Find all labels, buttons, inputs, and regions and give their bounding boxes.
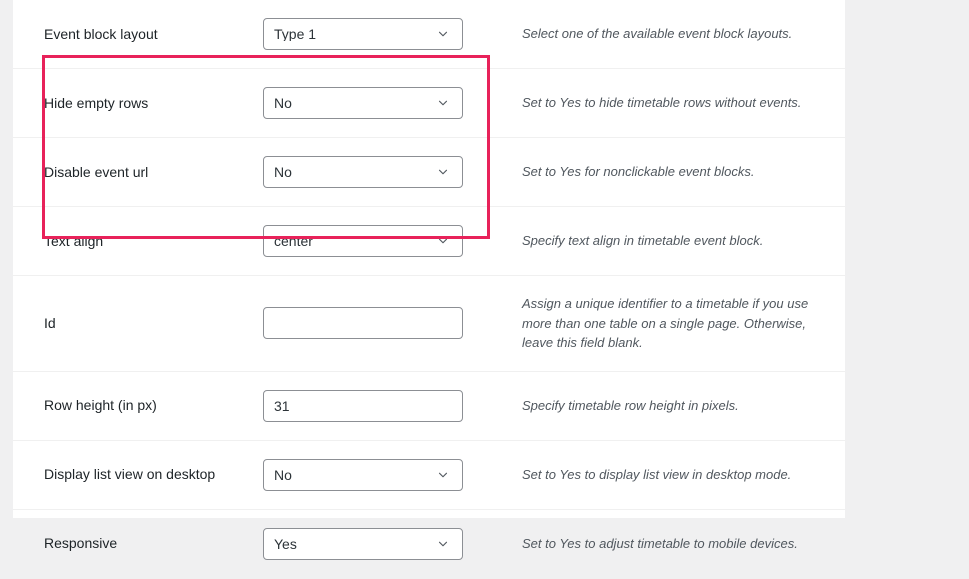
- select-text-align[interactable]: center: [263, 225, 463, 257]
- field-cell-hide-empty-rows: No: [263, 69, 485, 138]
- description-cell-text-align: Specify text align in timetable event bl…: [485, 207, 845, 276]
- select-hide-empty-rows[interactable]: No: [263, 87, 463, 119]
- setting-label: Row height (in px): [44, 397, 157, 414]
- chevron-down-icon: [432, 88, 462, 118]
- select-value-event-block-layout: Type 1: [274, 27, 317, 41]
- settings-panel: Event block layout Type 1 Select one of th…: [13, 0, 845, 578]
- select-event-block-layout[interactable]: Type 1: [263, 18, 463, 50]
- chevron-down-icon: [432, 460, 462, 490]
- settings-row-text-align: Text align center Specify text align in ti…: [13, 207, 845, 276]
- description-cell-event-block-layout: Select one of the available event block …: [485, 0, 845, 69]
- label-cell-hide-empty-rows: Hide empty rows: [13, 69, 263, 138]
- setting-label: Text align: [44, 232, 104, 249]
- select-value-text-align: center: [274, 234, 313, 248]
- field-cell-display-list-view-on-desktop: No: [263, 440, 485, 509]
- label-cell-event-block-layout: Event block layout: [13, 0, 263, 69]
- setting-description: Specify text align in timetable event bl…: [522, 233, 764, 249]
- chevron-down-icon: [432, 529, 462, 559]
- input-row-height-in-px[interactable]: [263, 389, 463, 422]
- description-cell-responsive: Set to Yes to adjust timetable to mobile…: [485, 509, 845, 578]
- settings-page: Event block layout Type 1 Select one of th…: [0, 0, 969, 578]
- settings-row-row-height-in-px: Row height (in px) Specify timetable row …: [13, 371, 845, 440]
- settings-row-hide-empty-rows: Hide empty rows No Set to Yes to hide time…: [13, 69, 845, 138]
- setting-description: Set to Yes for nonclickable event blocks…: [522, 164, 755, 180]
- setting-description: Set to Yes to hide timetable rows withou…: [522, 95, 802, 111]
- label-cell-responsive: Responsive: [13, 509, 263, 578]
- setting-label: Id: [44, 314, 56, 331]
- field-cell-id: [263, 276, 485, 372]
- label-cell-disable-event-url: Disable event url: [13, 138, 263, 207]
- setting-label: Hide empty rows: [44, 94, 149, 111]
- setting-description: Set to Yes to adjust timetable to mobile…: [522, 535, 798, 551]
- chevron-down-icon: [432, 19, 462, 49]
- settings-rows: Event block layout Type 1 Select one of th…: [13, 0, 845, 578]
- chevron-down-icon: [432, 226, 462, 256]
- select-value-responsive: Yes: [274, 536, 297, 551]
- settings-row-disable-event-url: Disable event url No Set to Yes for noncli…: [13, 138, 845, 207]
- label-cell-display-list-view-on-desktop: Display list view on desktop: [13, 440, 263, 509]
- setting-label: Disable event url: [44, 163, 149, 180]
- select-value-hide-empty-rows: No: [274, 96, 292, 110]
- label-cell-row-height-in-px: Row height (in px): [13, 371, 263, 440]
- page-left-gutter: [0, 0, 13, 518]
- description-cell-row-height-in-px: Specify timetable row height in pixels.: [485, 371, 845, 440]
- description-cell-disable-event-url: Set to Yes for nonclickable event blocks…: [485, 138, 845, 207]
- field-cell-disable-event-url: No: [263, 138, 485, 207]
- setting-label: Responsive: [44, 535, 118, 552]
- field-cell-responsive: Yes: [263, 509, 485, 578]
- input-id[interactable]: [263, 307, 463, 340]
- label-cell-text-align: Text align: [13, 207, 263, 276]
- select-display-list-view-on-desktop[interactable]: No: [263, 458, 463, 491]
- settings-row-event-block-layout: Event block layout Type 1 Select one of th…: [13, 0, 845, 69]
- description-cell-display-list-view-on-desktop: Set to Yes to display list view in deskt…: [485, 440, 845, 509]
- settings-row-id: Id Assign a unique identifier to a timeta…: [13, 276, 845, 372]
- select-disable-event-url[interactable]: No: [263, 156, 463, 188]
- setting-label: Display list view on desktop: [44, 466, 216, 483]
- select-value-display-list-view-on-desktop: No: [274, 467, 292, 482]
- setting-description: Specify timetable row height in pixels.: [522, 397, 739, 413]
- settings-row-display-list-view-on-desktop: Display list view on desktop No Set to Yes…: [13, 440, 845, 509]
- setting-description: Set to Yes to display list view in deskt…: [522, 466, 792, 482]
- description-cell-id: Assign a unique identifier to a timetabl…: [485, 276, 845, 372]
- description-cell-hide-empty-rows: Set to Yes to hide timetable rows withou…: [485, 69, 845, 138]
- label-cell-id: Id: [13, 276, 263, 372]
- chevron-down-icon: [432, 157, 462, 187]
- field-cell-text-align: center: [263, 207, 485, 276]
- setting-description: Select one of the available event block …: [522, 26, 793, 42]
- setting-description: Assign a unique identifier to a timetabl…: [522, 296, 809, 350]
- page-right-gutter: [845, 0, 969, 518]
- field-cell-event-block-layout: Type 1: [263, 0, 485, 69]
- settings-row-responsive: Responsive Yes Set to Yes to adjust timeta…: [13, 509, 845, 578]
- select-responsive[interactable]: Yes: [263, 527, 463, 560]
- setting-label: Event block layout: [44, 25, 158, 42]
- select-value-disable-event-url: No: [274, 165, 292, 179]
- settings-form-table: Event block layout Type 1 Select one of th…: [13, 0, 845, 579]
- field-cell-row-height-in-px: [263, 371, 485, 440]
